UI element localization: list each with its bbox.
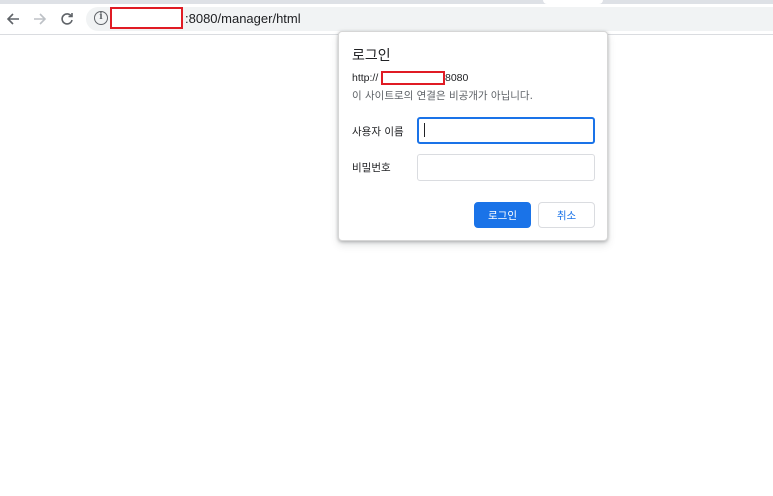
forward-arrow-icon [34,13,47,25]
back-arrow-icon [6,13,19,25]
password-field[interactable] [417,154,595,181]
connection-warning: 이 사이트로의 연결은 비공개가 아닙니다. [352,90,533,102]
login-button[interactable]: 로그인 [474,202,531,228]
username-field[interactable] [417,117,595,144]
dialog-title: 로그인 [352,48,391,64]
back-button[interactable] [2,8,24,30]
origin-prefix: http:// [352,72,379,84]
forward-button[interactable] [29,8,51,30]
cancel-button[interactable]: 취소 [538,202,595,228]
info-icon[interactable]: i [94,11,108,25]
address-bar[interactable]: i :8080/manager/html [86,7,773,31]
reload-button[interactable] [56,8,78,30]
redacted-origin-box [381,71,445,85]
url-text[interactable]: :8080/manager/html [185,11,301,26]
login-dialog: 로그인 http:// 8080 이 사이트로의 연결은 비공개가 아닙니다. … [338,31,608,241]
redacted-host-box [110,7,183,29]
dialog-origin: http:// 8080 [352,71,592,86]
text-caret [424,123,425,137]
username-label: 사용자 이름 [352,126,404,138]
origin-suffix: 8080 [445,72,469,84]
reload-icon [61,13,73,25]
password-label: 비밀번호 [352,162,391,174]
